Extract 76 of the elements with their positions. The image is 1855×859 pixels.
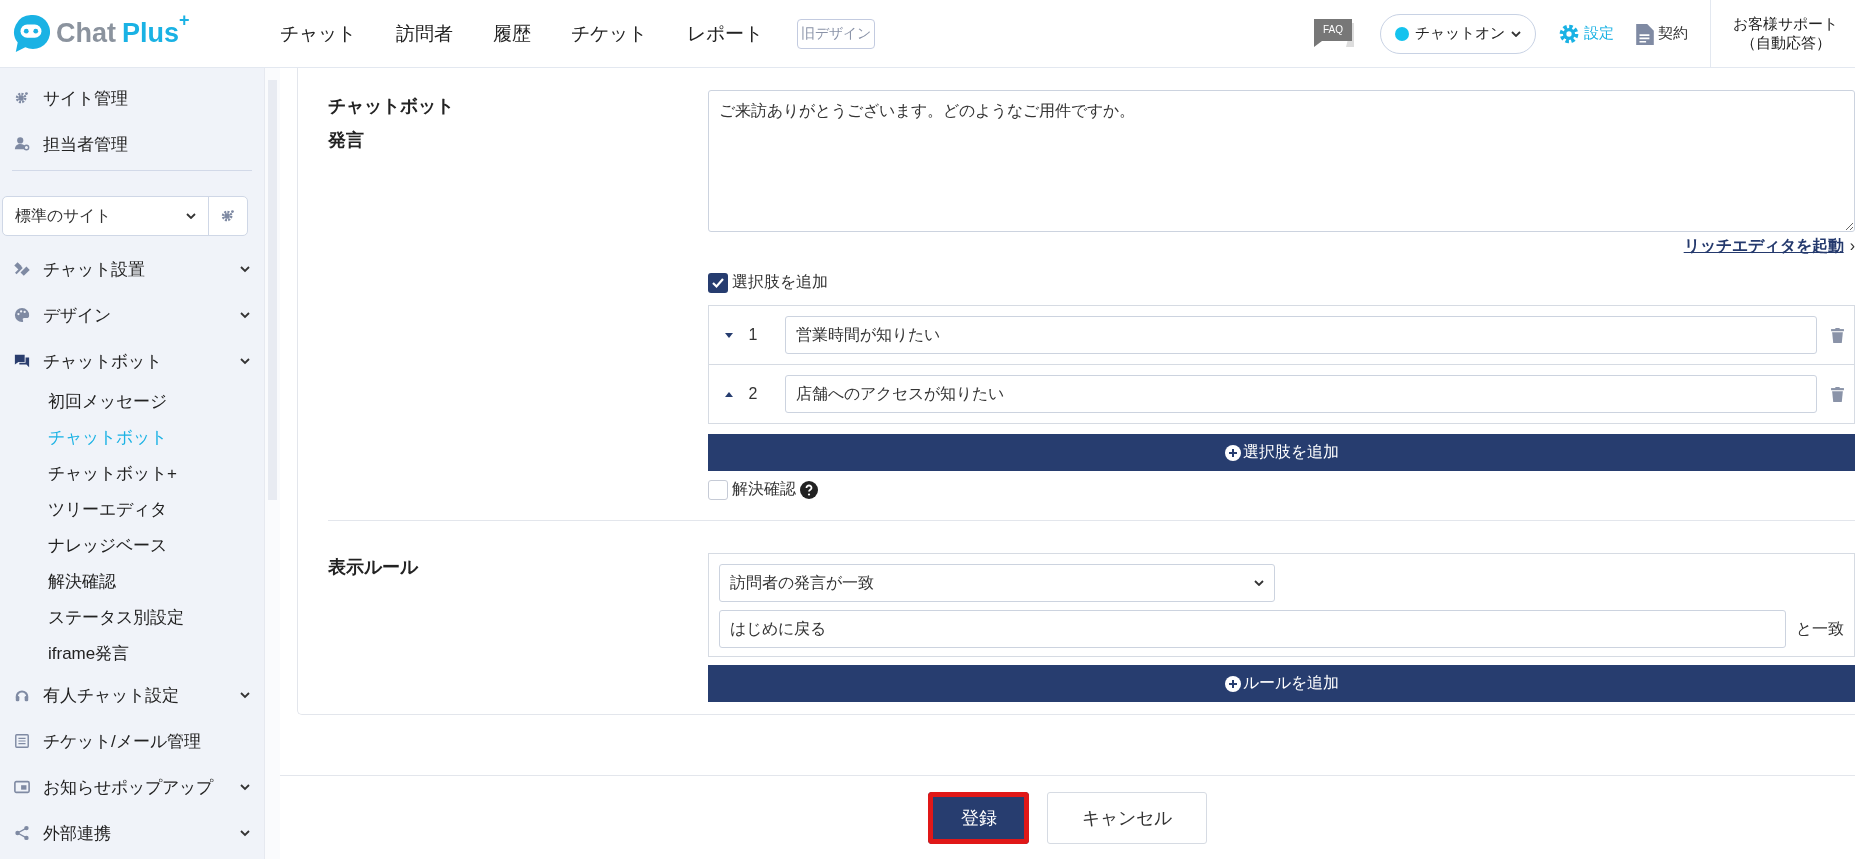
chat-bubbles-icon: [14, 353, 30, 369]
nav-link[interactable]: レポート: [687, 20, 763, 47]
trash-icon[interactable]: [1831, 327, 1844, 343]
gear-icon: [220, 208, 237, 224]
list-icon: [14, 733, 30, 749]
sidebar-item[interactable]: 有人チャット設定: [0, 672, 265, 718]
chevron-down-icon[interactable]: [240, 690, 251, 700]
field-label: チャットボット: [328, 95, 455, 118]
sidebar-subitem[interactable]: ツリーエディタ: [0, 492, 265, 528]
sidebar-subitem[interactable]: ステータス別設定: [0, 600, 265, 636]
gear-icon: [14, 90, 30, 106]
caret-up-icon[interactable]: [725, 391, 733, 397]
palette-icon: [14, 307, 30, 323]
sidebar-item[interactable]: お知らせポップアップ: [0, 764, 265, 810]
caret-down-icon[interactable]: [725, 332, 733, 338]
cancel-button[interactable]: キャンセル: [1047, 792, 1207, 844]
sidebar-item[interactable]: チケット/メール管理: [0, 718, 265, 764]
chevron-text: ›: [1849, 237, 1855, 255]
choice-input[interactable]: 営業時間が知りたい: [785, 316, 1817, 354]
chevron-down-icon: [1511, 30, 1521, 37]
sidebar-item[interactable]: 担当者管理: [0, 121, 265, 167]
popup-window-icon: [14, 779, 30, 795]
chevron-down-icon[interactable]: [240, 356, 251, 366]
add-rule-button[interactable]: ルールを追加: [708, 665, 1855, 702]
checkbox[interactable]: [708, 479, 728, 500]
chevron-down-icon: [1254, 580, 1264, 586]
plus-circle-icon: [1224, 444, 1241, 461]
site-select[interactable]: 標準のサイト: [2, 196, 249, 236]
sidebar-subitem[interactable]: ナレッジベース: [0, 528, 265, 564]
choice-input[interactable]: 店舗へのアクセスが知りたい: [785, 375, 1817, 413]
chevron-down-icon[interactable]: [240, 310, 251, 320]
rule-value-input[interactable]: はじめに戻る: [719, 610, 1786, 648]
document-icon: [1636, 22, 1654, 45]
sidebar-item[interactable]: チャットボット: [0, 338, 265, 384]
sidebar-subitem[interactable]: 初回メッセージ: [0, 384, 265, 420]
sidebar-item[interactable]: デザイン: [0, 292, 265, 338]
sidebar-item[interactable]: サイト管理: [0, 75, 265, 121]
choice-number: 1: [747, 326, 759, 344]
sidebar-item[interactable]: 外部連携: [0, 810, 265, 856]
match-suffix: と一致: [1796, 618, 1844, 639]
support-link[interactable]: お客様サポート （自動応答）: [1710, 0, 1855, 68]
chat-logo-icon: [12, 12, 50, 55]
chevron-down-icon[interactable]: [240, 828, 251, 838]
chevron-down-icon[interactable]: [240, 782, 251, 792]
nav-link[interactable]: チケット: [571, 20, 647, 47]
rich-editor-link[interactable]: リッチエディタを起動: [1683, 235, 1844, 257]
choice-number: 2: [747, 385, 759, 403]
checkbox-label: 解決確認: [732, 479, 796, 499]
sidebar-subitem[interactable]: 解決確認: [0, 564, 265, 600]
nav-link[interactable]: チャット: [280, 20, 356, 47]
message-textarea[interactable]: ご来訪ありがとうございます。どのようなご用件ですか。: [708, 90, 1855, 232]
help-icon[interactable]: [800, 480, 818, 499]
add-choice-button[interactable]: 選択肢を追加: [708, 434, 1855, 471]
trash-icon[interactable]: [1831, 386, 1844, 402]
field-label: 発言: [328, 129, 365, 152]
user-gear-icon: [14, 136, 30, 152]
nav-link[interactable]: 履歴: [493, 20, 531, 47]
settings-icon: [1558, 22, 1580, 45]
plus-circle-icon: [1224, 675, 1241, 692]
sidebar-subitem[interactable]: iframe発言: [0, 636, 265, 672]
add-choices-checkbox[interactable]: 選択肢を追加: [708, 272, 1855, 293]
headset-icon: [14, 687, 30, 703]
chevron-down-icon[interactable]: [240, 264, 251, 274]
chevron-down-icon: [186, 213, 197, 219]
nav-link[interactable]: 訪問者: [396, 20, 453, 47]
sidebar-subitem[interactable]: チャットボット+: [0, 456, 265, 492]
register-button[interactable]: 登録: [928, 792, 1029, 844]
contract-link[interactable]: 契約: [1636, 22, 1688, 45]
checkbox-label: 選択肢を追加: [732, 272, 828, 292]
resolve-checkbox[interactable]: 解決確認: [708, 479, 1855, 500]
rule-condition-select[interactable]: 訪問者の発言が一致: [719, 564, 1275, 602]
checkbox[interactable]: [708, 272, 728, 293]
sidebar-item[interactable]: チャット設置: [0, 246, 265, 292]
status-label: チャットオン: [1415, 24, 1505, 43]
share-icon: [14, 825, 30, 841]
field-label: 表示ルール: [328, 556, 420, 579]
